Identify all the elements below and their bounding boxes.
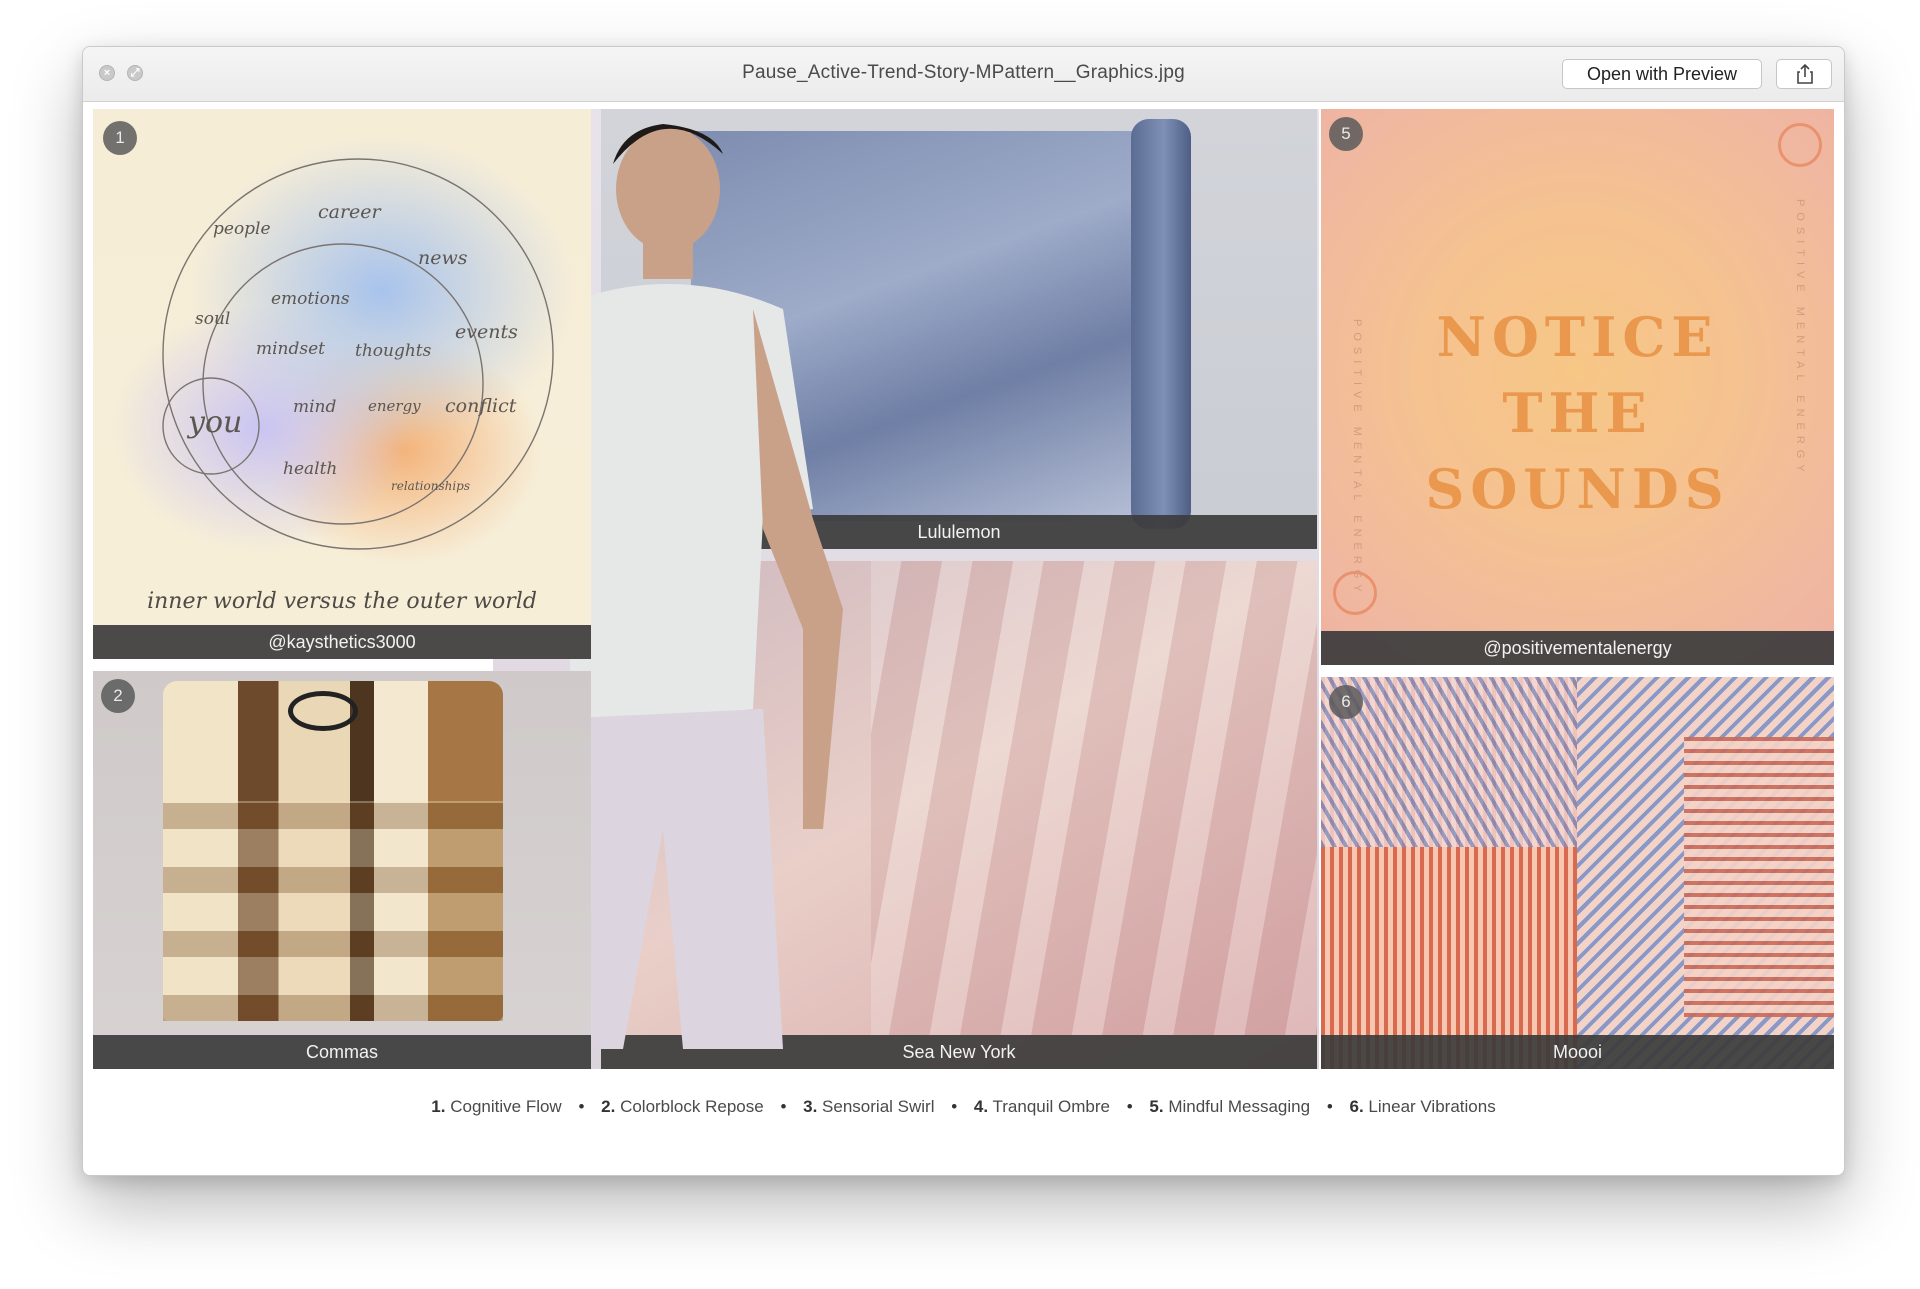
panel-caption: @kaysthetics3000	[93, 625, 591, 659]
panel-cognitive-flow: people career news soul emotions events …	[93, 109, 591, 659]
legend-item: 1. Cognitive Flow	[431, 1097, 561, 1116]
panel-badge: 6	[1329, 685, 1363, 719]
legend-item: 3. Sensorial Swirl	[803, 1097, 934, 1116]
word-events: events	[455, 321, 518, 343]
panel-mindful-messaging: 5 POSITIVE MENTAL ENERGY POSITIVE MENTAL…	[1321, 109, 1834, 665]
drawstring	[288, 691, 358, 731]
word-you: you	[188, 405, 243, 440]
notice-line-1: NOTICE	[1436, 305, 1719, 369]
word-conflict: conflict	[445, 395, 517, 417]
legend-num: 4.	[973, 1097, 989, 1116]
legend-separator: •	[578, 1097, 585, 1116]
word-mindset: mindset	[256, 339, 326, 359]
panel-badge: 2	[101, 679, 135, 713]
word-relationships: relationships	[391, 479, 471, 493]
word-career: career	[318, 201, 381, 223]
legend-num: 1.	[431, 1097, 446, 1116]
legend-label: Colorblock Repose	[620, 1097, 764, 1116]
quick-look-window: × ⤢ Pause_Active-Trend-Story-MPattern__G…	[82, 46, 1845, 1176]
legend-num: 6.	[1349, 1097, 1364, 1116]
word-thoughts: thoughts	[355, 341, 432, 361]
legend-num: 3.	[803, 1097, 818, 1116]
word-news: news	[418, 247, 468, 269]
notice-line-3: SOUNDS	[1425, 457, 1730, 521]
legend-label: Mindful Messaging	[1168, 1097, 1311, 1116]
legend-label: Linear Vibrations	[1368, 1097, 1496, 1116]
legend-num: 2.	[601, 1097, 616, 1116]
legend-label: Sensorial Swirl	[822, 1097, 935, 1116]
word-energy: energy	[368, 397, 421, 415]
legend-item: 2. Colorblock Repose	[601, 1097, 764, 1116]
legend-num: 5.	[1149, 1097, 1164, 1116]
legend-separator: •	[951, 1097, 958, 1116]
title-bar: × ⤢ Pause_Active-Trend-Story-MPattern__G…	[83, 47, 1844, 102]
word-mind: mind	[293, 397, 337, 417]
open-with-preview-button[interactable]: Open with Preview	[1562, 59, 1762, 89]
legend-separator: •	[1126, 1097, 1133, 1116]
panel-caption: @positivementalenergy	[1321, 631, 1834, 665]
legend-separator: •	[1326, 1097, 1333, 1116]
panel-caption: Moooi	[1321, 1035, 1834, 1069]
share-icon	[1797, 63, 1813, 84]
panel-caption: Commas	[93, 1035, 591, 1069]
mind-map-diagram	[162, 158, 554, 550]
legend-item: 6. Linear Vibrations	[1350, 1097, 1496, 1116]
word-soul: soul	[195, 309, 231, 329]
legend-item: 4. Tranquil Ombre	[974, 1097, 1110, 1116]
panel-linear-vibrations: 6 Moooi	[1321, 677, 1834, 1069]
line-pattern-left	[1321, 677, 1577, 1069]
line-pattern-right	[1577, 677, 1834, 1069]
legend-label: Tranquil Ombre	[992, 1097, 1110, 1116]
legend-label: Cognitive Flow	[450, 1097, 562, 1116]
legend-separator: •	[780, 1097, 787, 1116]
word-people: people	[213, 219, 271, 239]
panel-badge: 1	[103, 121, 137, 155]
word-health: health	[283, 459, 338, 479]
word-emotions: emotions	[271, 289, 350, 309]
spiral-logo-icon	[1778, 123, 1822, 167]
notice-the-sounds-text: NOTICE THE SOUNDS	[1321, 299, 1834, 527]
share-button[interactable]	[1776, 59, 1832, 89]
model-figure	[513, 124, 843, 1049]
shorts-image	[163, 681, 503, 1021]
notice-line-2: THE	[1502, 381, 1653, 445]
panel-colorblock-repose: 2 Commas	[93, 671, 591, 1069]
panel-badge: 5	[1329, 117, 1363, 151]
tagline: inner world versus the outer world	[147, 589, 537, 614]
trend-legend: 1. Cognitive Flow • 2. Colorblock Repose…	[83, 1097, 1844, 1117]
legend-item: 5. Mindful Messaging	[1149, 1097, 1310, 1116]
yoga-mat-roll	[1131, 119, 1191, 529]
